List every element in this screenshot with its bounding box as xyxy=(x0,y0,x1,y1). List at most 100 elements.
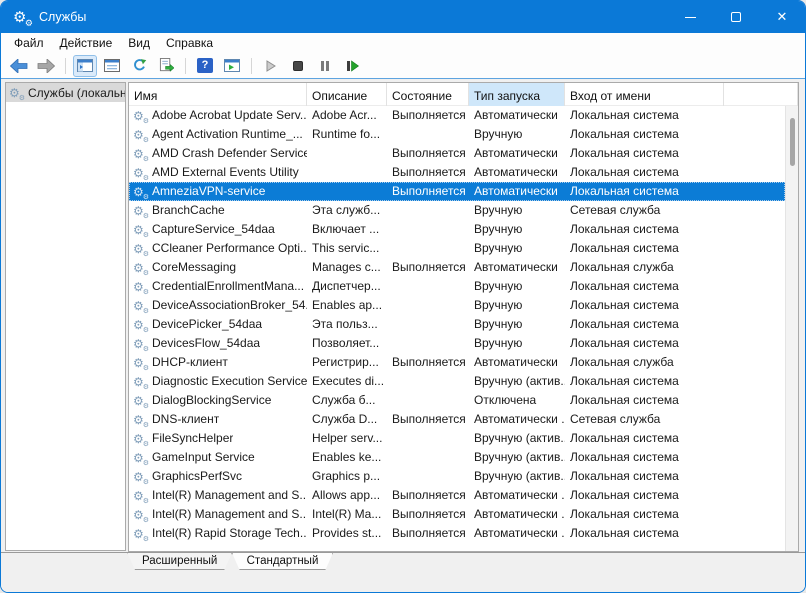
menu-view[interactable]: Вид xyxy=(120,33,158,53)
show-extended-view-button[interactable] xyxy=(220,55,244,77)
column-header-filler xyxy=(724,83,798,106)
service-gear-icon: ⚙ xyxy=(133,147,148,161)
maximize-button[interactable] xyxy=(713,1,759,33)
service-row[interactable]: ⚙Intel(R) Management and S...Intel(R) Ma… xyxy=(129,505,785,524)
help-icon: ? xyxy=(197,58,213,73)
back-arrow-icon xyxy=(10,59,28,73)
window-title: Службы xyxy=(39,10,86,24)
export-list-button[interactable] xyxy=(154,55,178,77)
column-header-log-on-as[interactable]: Вход от имени xyxy=(565,83,724,106)
service-gear-icon: ⚙ xyxy=(133,261,148,275)
column-header-description[interactable]: Описание xyxy=(307,83,387,106)
service-name: GameInput Service xyxy=(152,448,255,467)
maximize-icon xyxy=(731,12,741,22)
service-row[interactable]: ⚙AmneziaVPN-serviceВыполняетсяАвтоматиче… xyxy=(129,182,785,201)
service-name: AMD Crash Defender Service xyxy=(152,144,307,163)
service-name: Intel(R) Rapid Storage Tech... xyxy=(152,524,307,543)
service-row[interactable]: ⚙BranchCacheЭта служб...ВручнуюСетевая с… xyxy=(129,201,785,220)
service-row[interactable]: ⚙CaptureService_54daaВключает ...Вручную… xyxy=(129,220,785,239)
tab-standard[interactable]: Стандартный xyxy=(232,553,334,570)
service-name: Adobe Acrobat Update Serv... xyxy=(152,106,307,125)
service-name: AmneziaVPN-service xyxy=(152,182,265,201)
stop-service-button[interactable] xyxy=(286,55,310,77)
tree-item-services-local[interactable]: ⚙ Службы (локальные) xyxy=(6,83,125,102)
restart-service-button[interactable] xyxy=(340,55,364,77)
service-gear-icon: ⚙ xyxy=(133,394,148,408)
refresh-button[interactable] xyxy=(127,55,151,77)
service-gear-icon: ⚙ xyxy=(133,508,148,522)
service-row[interactable]: ⚙GameInput ServiceEnables ke...Вручную (… xyxy=(129,448,785,467)
service-gear-icon: ⚙ xyxy=(133,432,148,446)
service-gear-icon: ⚙ xyxy=(133,413,148,427)
service-row[interactable]: ⚙Intel(R) Rapid Storage Tech...Provides … xyxy=(129,524,785,543)
forward-arrow-icon xyxy=(37,59,55,73)
back-button[interactable] xyxy=(7,55,31,77)
start-service-button[interactable] xyxy=(259,55,283,77)
service-name: DeviceAssociationBroker_54... xyxy=(152,296,307,315)
service-gear-icon: ⚙ xyxy=(133,489,148,503)
service-gear-icon: ⚙ xyxy=(133,280,148,294)
service-row[interactable]: ⚙GraphicsPerfSvcGraphics p...Вручную (ак… xyxy=(129,467,785,486)
service-row[interactable]: ⚙Intel(R) Management and S...Allows app.… xyxy=(129,486,785,505)
service-row[interactable]: ⚙CoreMessagingManages c...ВыполняетсяАвт… xyxy=(129,258,785,277)
refresh-icon xyxy=(132,58,147,73)
title-bar: ⚙⚙ Службы ✕ xyxy=(1,1,805,33)
toolbar-separator xyxy=(185,58,186,74)
pause-service-button[interactable] xyxy=(313,55,337,77)
service-row[interactable]: ⚙DevicePicker_54daaЭта польз...ВручнуюЛо… xyxy=(129,315,785,334)
service-name: DHCP-клиент xyxy=(152,353,228,372)
view-tab-strip: Расширенный Стандартный xyxy=(1,552,805,593)
service-gear-icon: ⚙ xyxy=(133,318,148,332)
service-row[interactable]: ⚙DialogBlockingServiceСлужба б...Отключе… xyxy=(129,391,785,410)
service-gear-icon: ⚙ xyxy=(133,185,148,199)
service-row[interactable]: ⚙FileSyncHelperHelper serv...Вручную (ак… xyxy=(129,429,785,448)
service-name: DevicePicker_54daa xyxy=(152,315,262,334)
menu-file[interactable]: Файл xyxy=(6,33,52,53)
service-row[interactable]: ⚙Diagnostic Execution ServiceExecutes di… xyxy=(129,372,785,391)
service-row[interactable]: ⚙CCleaner Performance Opti...This servic… xyxy=(129,239,785,258)
service-row[interactable]: ⚙DevicesFlow_54daaПозволяет...ВручнуюЛок… xyxy=(129,334,785,353)
properties-button[interactable] xyxy=(100,55,124,77)
service-row[interactable]: ⚙Adobe Acrobat Update Serv...Adobe Acr..… xyxy=(129,106,785,125)
service-gear-icon: ⚙ xyxy=(133,166,148,180)
minimize-button[interactable] xyxy=(667,1,713,33)
tab-extended[interactable]: Расширенный xyxy=(127,553,232,570)
stop-icon xyxy=(292,60,304,72)
show-console-tree-button[interactable] xyxy=(73,55,97,77)
export-list-icon xyxy=(159,58,174,73)
service-gear-icon: ⚙ xyxy=(133,109,148,123)
service-row[interactable]: ⚙Agent Activation Runtime_...Runtime fo.… xyxy=(129,125,785,144)
service-row[interactable]: ⚙DNS-клиентСлужба D...ВыполняетсяАвтомат… xyxy=(129,410,785,429)
service-name: CredentialEnrollmentMana... xyxy=(152,277,304,296)
service-gear-icon: ⚙ xyxy=(133,451,148,465)
service-gear-icon: ⚙ xyxy=(133,299,148,313)
services-app-icon: ⚙⚙ xyxy=(13,8,31,26)
service-row[interactable]: ⚙CredentialEnrollmentMana...Диспетчер...… xyxy=(129,277,785,296)
menu-help[interactable]: Справка xyxy=(158,33,221,53)
service-row[interactable]: ⚙AMD Crash Defender ServiceВыполняетсяАв… xyxy=(129,144,785,163)
service-gear-icon: ⚙ xyxy=(133,527,148,541)
scrollbar-thumb[interactable] xyxy=(790,118,795,166)
service-name: DNS-клиент xyxy=(152,410,219,429)
service-row[interactable]: ⚙DHCP-клиентРегистрир...ВыполняетсяАвтом… xyxy=(129,353,785,372)
forward-button[interactable] xyxy=(34,55,58,77)
service-gear-icon: ⚙ xyxy=(133,337,148,351)
service-gear-icon: ⚙ xyxy=(133,128,148,142)
vertical-scrollbar[interactable] xyxy=(785,106,798,551)
menu-bar: Файл Действие Вид Справка xyxy=(1,33,805,53)
service-row[interactable]: ⚙AMD External Events UtilityВыполняетсяА… xyxy=(129,163,785,182)
service-name: Agent Activation Runtime_... xyxy=(152,125,303,144)
service-name: CCleaner Performance Opti... xyxy=(152,239,307,258)
services-window: ⚙⚙ Службы ✕ Файл Действие Вид Справка xyxy=(0,0,806,593)
service-name: BranchCache xyxy=(152,201,225,220)
service-name: DevicesFlow_54daa xyxy=(152,334,260,353)
column-header-name[interactable]: ⌃ Имя xyxy=(129,83,307,106)
service-row[interactable]: ⚙DeviceAssociationBroker_54...Enables ap… xyxy=(129,296,785,315)
console-tree-icon xyxy=(77,59,93,72)
close-button[interactable]: ✕ xyxy=(759,1,805,33)
extended-view-icon xyxy=(224,59,240,72)
menu-action[interactable]: Действие xyxy=(52,33,121,53)
column-header-status[interactable]: Состояние xyxy=(387,83,469,106)
help-button[interactable]: ? xyxy=(193,55,217,77)
column-header-startup-type[interactable]: Тип запуска xyxy=(469,83,565,106)
